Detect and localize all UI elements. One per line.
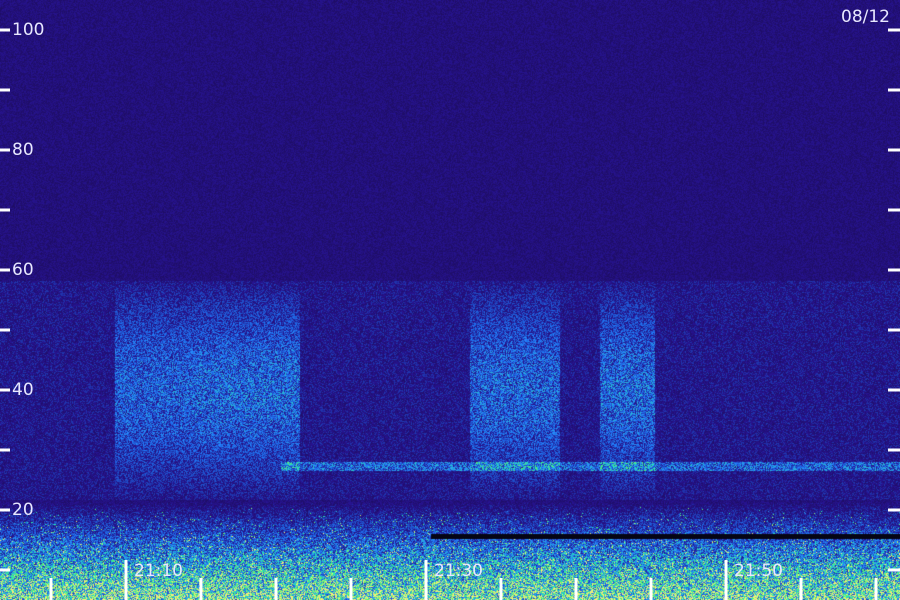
x-tick-label: 21:30 [434, 561, 483, 581]
axis-ticks [0, 28, 900, 600]
date-label: 08/12 [841, 7, 890, 27]
y-tick-label-40: 40 [12, 380, 34, 400]
spectrogram-panel: 100 80 60 40 20 21:10 21:30 21:50 08/12 [0, 0, 900, 600]
y-tick-label-60: 60 [12, 260, 34, 280]
x-tick-label: 21:10 [134, 561, 183, 581]
y-tick-label-20: 20 [12, 500, 34, 520]
y-tick-label-80: 80 [12, 140, 34, 160]
y-tick-label-100: 100 [12, 20, 45, 40]
x-tick-label: 21:50 [734, 561, 783, 581]
